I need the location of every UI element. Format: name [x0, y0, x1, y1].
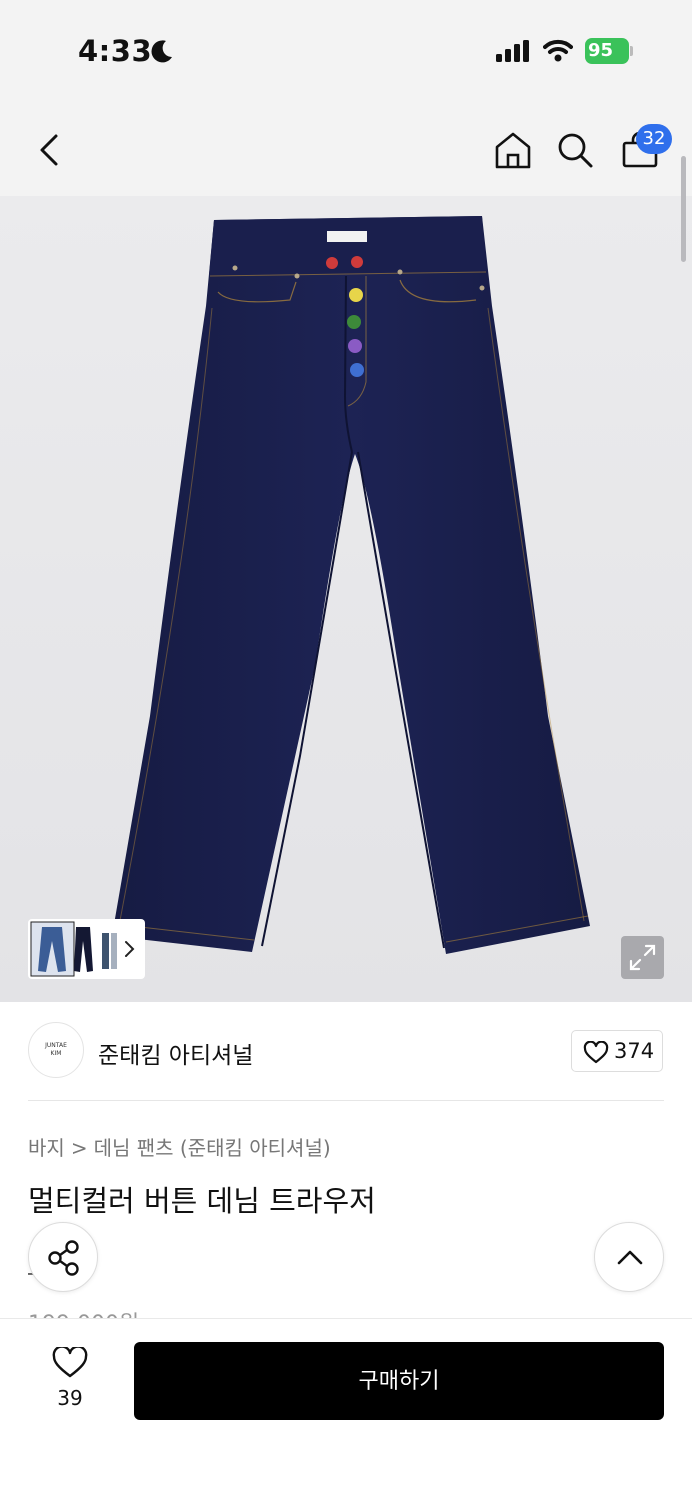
status-bar: 4:33 95 — [0, 0, 692, 100]
brand-logo-line2: KIM — [50, 1050, 62, 1057]
top-nav: 32 — [0, 100, 692, 196]
chevron-up-icon — [617, 1250, 643, 1265]
thumbnail-strip[interactable] — [28, 919, 145, 979]
bottom-action-bar: 39 구매하기 — [0, 1318, 692, 1500]
battery-icon: 95 — [585, 38, 633, 64]
breadcrumb-separator: > — [70, 1136, 88, 1160]
breadcrumb-category[interactable]: 바지 — [28, 1136, 65, 1160]
share-button[interactable] — [28, 1222, 98, 1292]
moon-icon — [149, 38, 175, 68]
breadcrumb-subcategory[interactable]: 데님 팬츠 (준태킴 아티셔널) — [94, 1136, 331, 1160]
cart-count-badge: 32 — [636, 124, 672, 154]
brand-logo[interactable]: JUNTAE KIM — [28, 1022, 84, 1078]
back-icon[interactable] — [36, 132, 62, 172]
product-image[interactable] — [0, 196, 692, 1002]
search-icon[interactable] — [556, 131, 594, 173]
brand-logo-line1: JUNTAE — [45, 1042, 67, 1049]
page-scrollbar[interactable] — [681, 156, 686, 262]
heart-icon — [583, 1041, 609, 1064]
home-icon[interactable] — [493, 130, 533, 174]
product-title: 멀티컬러 버튼 데님 트라우저 — [28, 1184, 376, 1218]
wish-count: 39 — [57, 1386, 83, 1410]
breadcrumb: 바지 > 데님 팬츠 (준태킴 아티셔널) — [28, 1132, 331, 1161]
brand-name[interactable]: 준태킴 아티셔널 — [98, 1036, 253, 1070]
heart-icon[interactable] — [52, 1345, 88, 1383]
scroll-top-button[interactable] — [594, 1222, 664, 1292]
signal-icon — [496, 40, 532, 66]
share-icon — [48, 1240, 79, 1276]
brand-like-count: 374 — [614, 1039, 655, 1063]
brand-like-button[interactable]: 374 — [571, 1030, 663, 1072]
battery-level: 95 — [588, 40, 614, 61]
expand-icon[interactable] — [621, 936, 664, 979]
chevron-right-icon[interactable] — [122, 937, 138, 965]
status-time: 4:33 — [78, 34, 153, 68]
divider — [28, 1100, 664, 1101]
wifi-icon — [543, 38, 573, 66]
jeans-photo — [112, 216, 590, 954]
buy-button[interactable]: 구매하기 — [134, 1342, 664, 1420]
